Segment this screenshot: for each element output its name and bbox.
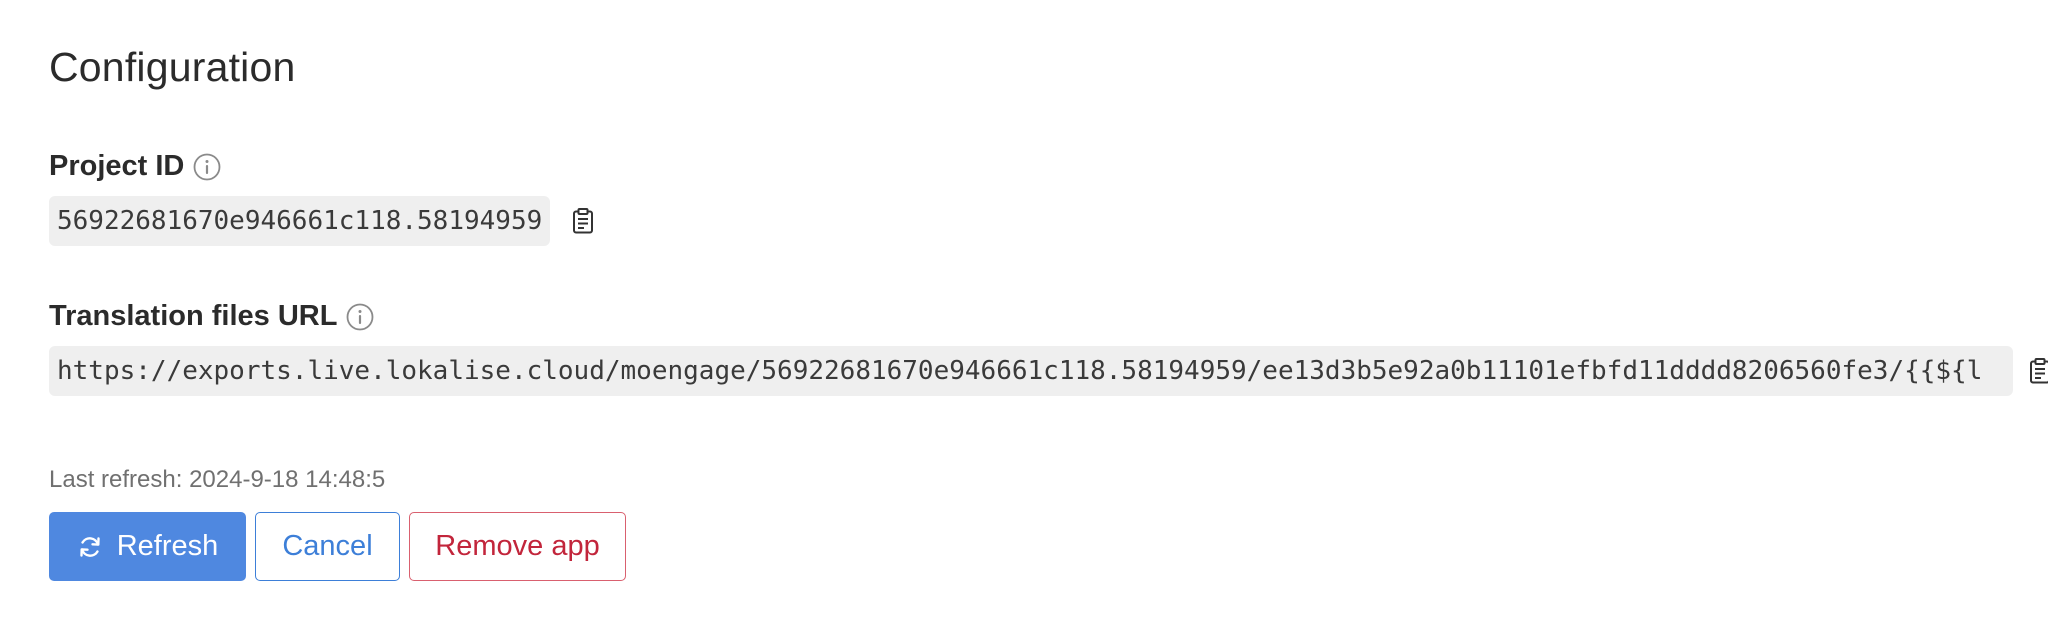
page-title: Configuration — [49, 44, 296, 90]
project-id-value: 56922681670e946661c118.58194959 — [49, 196, 551, 246]
translation-url-row: https://exports.live.lokalise.cloud/moen… — [49, 346, 2048, 396]
refresh-button[interactable]: Refresh — [49, 512, 246, 581]
cancel-button[interactable]: Cancel — [255, 512, 400, 581]
project-id-label-row: Project ID — [49, 150, 222, 183]
translation-url-label-row: Translation files URL — [49, 300, 375, 333]
translation-url-value: https://exports.live.lokalise.cloud/moen… — [49, 346, 2013, 396]
project-id-row: 56922681670e946661c118.58194959 — [49, 196, 598, 246]
info-icon[interactable] — [192, 152, 222, 182]
copy-project-id-icon[interactable] — [568, 206, 598, 236]
refresh-button-label: Refresh — [116, 530, 219, 562]
project-id-label: Project ID — [49, 150, 185, 182]
translation-url-label: Translation files URL — [49, 300, 338, 332]
copy-translation-url-icon[interactable] — [2025, 356, 2048, 386]
action-buttons: Refresh Cancel Remove app — [49, 512, 626, 581]
last-refresh-text: Last refresh: 2024-9-18 14:48:5 — [49, 466, 386, 493]
remove-app-button[interactable]: Remove app — [409, 512, 626, 581]
info-icon[interactable] — [345, 302, 375, 332]
refresh-icon — [77, 534, 103, 560]
